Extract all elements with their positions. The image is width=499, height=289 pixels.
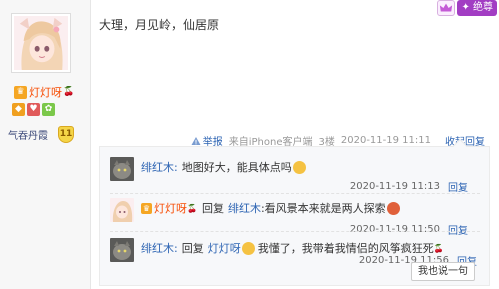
reply-line: ♛ 灯灯呀 🍒 回复 绯红木 :看风景本来就是两人探索	[141, 200, 400, 216]
reply-button[interactable]: 回复	[448, 179, 468, 194]
smile-emoji-icon	[292, 160, 306, 174]
badge-row: ◆ ♥ ✿	[12, 103, 55, 116]
author-name[interactable]: 灯灯呀	[29, 84, 62, 100]
reply-text: :看风景本来就是两人探索	[260, 202, 386, 215]
reply-item: ♛ 灯灯呀 🍒 回复 绯红木 :看风景本来就是两人探索 2020-11-19 1…	[110, 193, 480, 237]
reply-target-user[interactable]: 灯灯呀	[208, 240, 241, 256]
reply-line: 绯红木: 地图好大，能具体点吗	[141, 159, 306, 175]
author-name-row: ♛ 灯灯呀 🍒	[14, 84, 74, 100]
heart-badge-icon[interactable]: ♥	[27, 103, 40, 116]
reply-username[interactable]: 灯灯呀	[154, 200, 187, 216]
leaf-badge-icon[interactable]: ✿	[42, 103, 55, 116]
post-content: 大理，月见岭，仙居原	[99, 18, 220, 32]
level-badge[interactable]: 11	[58, 126, 74, 143]
reply-time-row: 2020-11-19 11:13 回复	[350, 179, 468, 194]
cherry-icon: 🍒	[433, 243, 444, 253]
header-badges: ✦ 绝尊	[437, 0, 497, 16]
reply-text: 地图好大，能具体点吗	[181, 161, 292, 174]
reply-avatar[interactable]	[110, 198, 134, 222]
reply-avatar[interactable]	[110, 157, 134, 181]
vip-badge[interactable]: ✦ 绝尊	[457, 0, 497, 16]
cherry-icon: 🍒	[187, 203, 197, 213]
reply-panel: 绯红木: 地图好大，能具体点吗 2020-11-19 11:13 回复 ♛ 灯灯…	[99, 138, 490, 286]
level-name: 气吞丹霞	[8, 131, 48, 142]
angry-emoji-icon	[386, 201, 400, 215]
author-sidebar: ♛ 灯灯呀 🍒 ◆ ♥ ✿ 气吞丹霞 11	[0, 0, 91, 289]
crown-icon: ♛	[14, 85, 27, 99]
grin-emoji-icon	[241, 241, 255, 255]
post-time: 2020-11-19 11:11	[340, 135, 431, 146]
author-avatar[interactable]	[11, 13, 71, 73]
reply-time: 2020-11-19 11:13	[349, 181, 440, 192]
crown-icon: ♛	[141, 202, 152, 214]
warning-icon	[191, 136, 201, 145]
reply-word: 回复	[201, 202, 224, 215]
reply-avatar[interactable]	[110, 238, 134, 262]
add-comment-button[interactable]: 我也说一句	[411, 262, 475, 281]
reply-word: 回复	[181, 242, 204, 255]
reply-username[interactable]: 绯红木:	[141, 159, 178, 175]
reply-target-user[interactable]: 绯红木	[228, 200, 261, 216]
crown-badge-icon[interactable]	[437, 0, 456, 16]
cherry-icon: 🍒	[63, 87, 75, 97]
medal-badge-icon[interactable]: ◆	[12, 103, 25, 116]
level-row: 气吞丹霞 11	[8, 126, 74, 143]
reply-username[interactable]: 绯红木:	[141, 240, 178, 256]
